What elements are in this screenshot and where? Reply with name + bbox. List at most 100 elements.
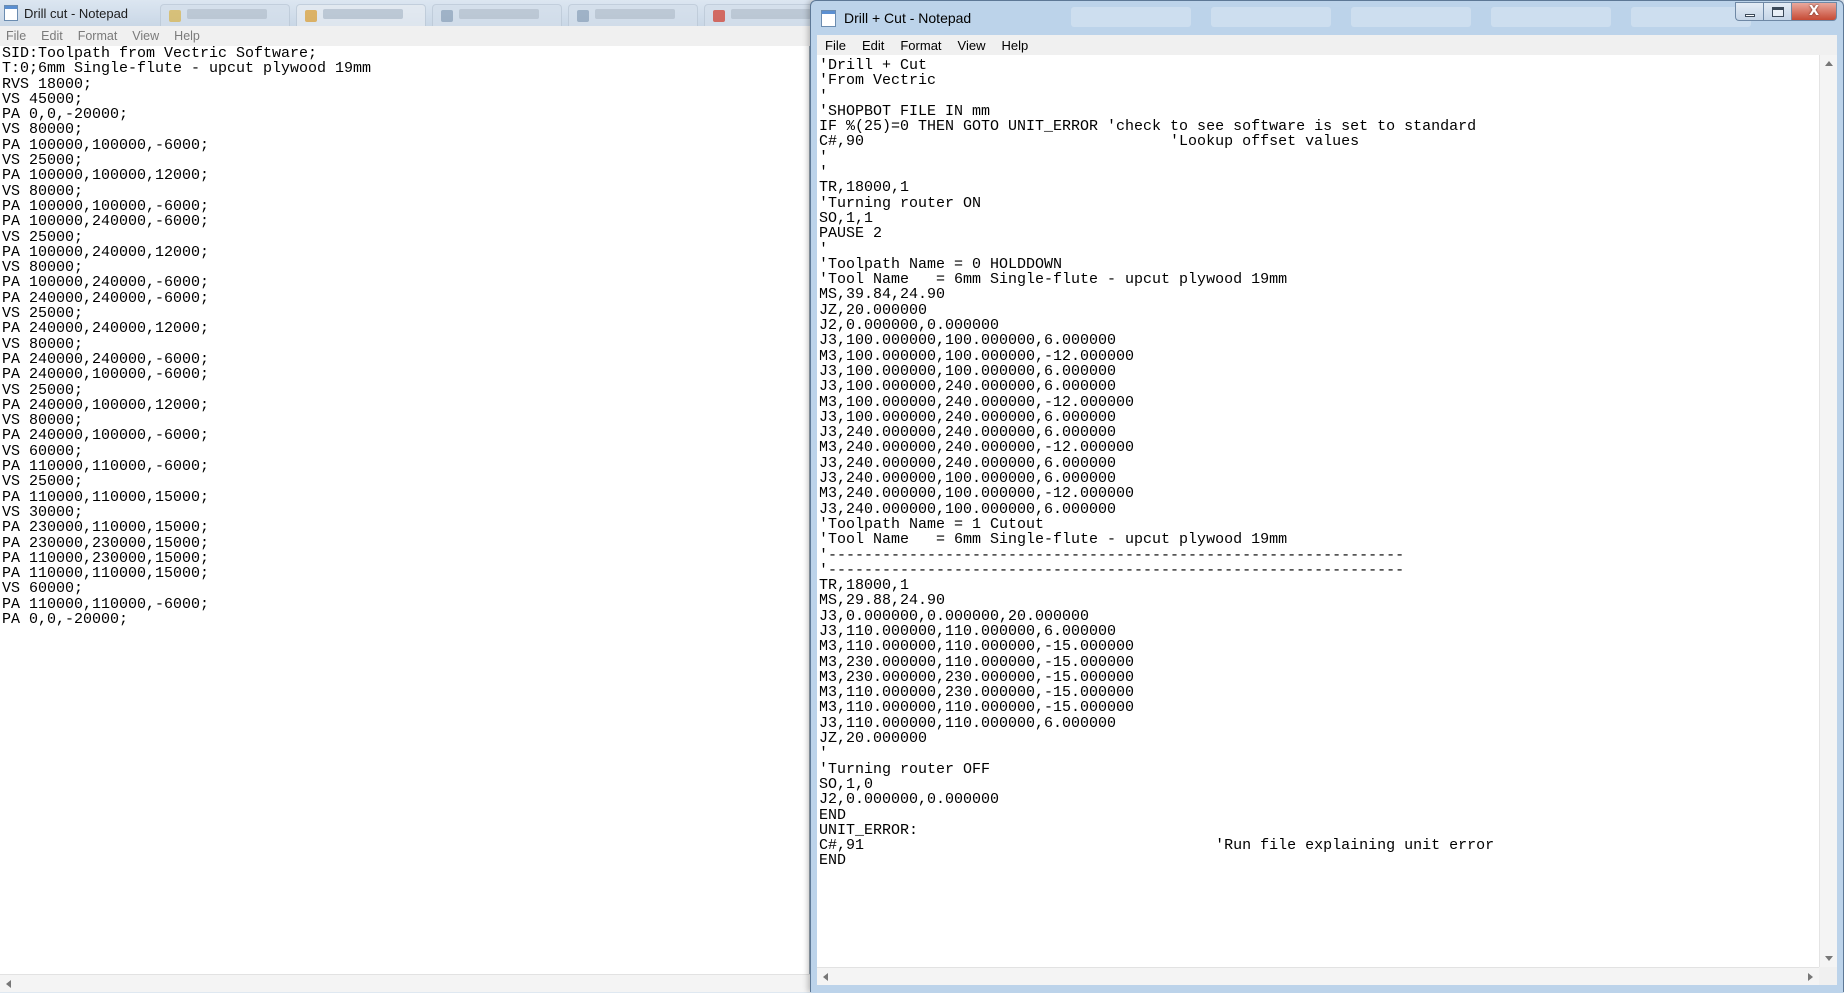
- code-line: SO,1,1: [819, 209, 874, 227]
- code-line: PA 110000,110000,-6000;: [2, 458, 210, 476]
- code-line: PA 230000,110000,15000;: [2, 519, 210, 537]
- menu-view[interactable]: View: [958, 38, 986, 53]
- code-line: VS 60000;: [2, 580, 84, 598]
- code-line: 'Turning router OFF: [819, 760, 991, 778]
- code-line: 'SHOPBOT FILE IN mm: [819, 102, 991, 120]
- scroll-right-icon[interactable]: [1808, 973, 1813, 981]
- code-line: PA 240000,100000,12000;: [2, 396, 210, 414]
- code-line: 'From Vectric: [819, 72, 937, 90]
- scroll-left-icon[interactable]: [823, 973, 828, 981]
- text-editor[interactable]: SID:Toolpath from Vectric Software; T:0;6…: [0, 46, 806, 974]
- title-bar[interactable]: Drill + Cut - Notepad X: [811, 1, 1843, 35]
- menu-file[interactable]: File: [825, 38, 846, 53]
- code-line: 'Tool Name = 6mm Single-flute - upcut pl…: [819, 271, 1288, 289]
- maximize-button[interactable]: [1763, 2, 1791, 21]
- scroll-down-icon[interactable]: [1825, 956, 1833, 961]
- menu-edit[interactable]: Edit: [862, 38, 884, 53]
- code-line: MS,29.88,24.90: [819, 592, 946, 610]
- code-line: VS 60000;: [2, 442, 84, 460]
- code-line: PA 110000,110000,-6000;: [2, 595, 210, 613]
- notepad-window-drill-cut[interactable]: Drill cut - Notepad File Edit Format View He…: [0, 0, 810, 992]
- code-line: ': [819, 148, 829, 166]
- code-line: RVS 18000;: [2, 75, 93, 93]
- menu-file[interactable]: File: [6, 29, 26, 43]
- code-line: J3,240.000000,100.000000,6.000000: [819, 500, 1117, 518]
- menu-format[interactable]: Format: [78, 29, 118, 43]
- title-bar[interactable]: Drill cut - Notepad: [0, 0, 810, 26]
- window-controls: X: [1735, 2, 1837, 21]
- menu-view[interactable]: View: [132, 29, 159, 43]
- code-line: J2,0.000000,0.000000: [819, 317, 1000, 335]
- minimize-icon: [1745, 14, 1755, 17]
- code-line: J3,100.000000,100.000000,6.000000: [819, 362, 1117, 380]
- code-line: PA 110000,110000,15000;: [2, 565, 210, 583]
- background-tab-ghost: [1491, 7, 1611, 27]
- code-line: END: [819, 806, 847, 824]
- background-browser-tab: [296, 4, 426, 26]
- code-line: PA 240000,100000,-6000;: [2, 366, 210, 384]
- code-line: J3,240.000000,240.000000,6.000000: [819, 454, 1117, 472]
- code-line: J3,240.000000,100.000000,6.000000: [819, 470, 1117, 488]
- notepad-window-drill-plus-cut[interactable]: Drill + Cut - Notepad X File Edit Format Vi…: [810, 0, 1844, 993]
- code-line: M3,240.000000,240.000000,-12.000000: [819, 439, 1135, 457]
- background-browser-tab: [704, 4, 810, 26]
- code-line: UNIT_ERROR:: [819, 821, 919, 839]
- code-line: VS 25000;: [2, 228, 84, 246]
- code-line: J2,0.000000,0.000000: [819, 791, 1000, 809]
- minimize-button[interactable]: [1735, 2, 1763, 21]
- code-line: M3,110.000000,230.000000,-15.000000: [819, 684, 1135, 702]
- scrollbar-corner: [1819, 967, 1837, 985]
- code-line: PAUSE 2: [819, 225, 883, 243]
- code-line: PA 230000,230000,15000;: [2, 534, 210, 552]
- background-tab-ghost: [1071, 7, 1191, 27]
- menu-help[interactable]: Help: [1001, 38, 1028, 53]
- horizontal-scrollbar[interactable]: [0, 974, 810, 992]
- code-line: SO,1,0: [819, 775, 874, 793]
- code-line: M3,230.000000,230.000000,-15.000000: [819, 668, 1135, 686]
- code-line: J3,100.000000,100.000000,6.000000: [819, 332, 1117, 350]
- code-line: PA 110000,110000,15000;: [2, 488, 210, 506]
- code-line: VS 80000;: [2, 412, 84, 430]
- code-line: PA 110000,230000,15000;: [2, 549, 210, 567]
- code-line: VS 80000;: [2, 182, 84, 200]
- menu-help[interactable]: Help: [174, 29, 200, 43]
- code-line: 'Toolpath Name = 0 HOLDDOWN: [819, 255, 1063, 273]
- code-line: IF %(25)=0 THEN GOTO UNIT_ERROR 'check t…: [819, 118, 1477, 136]
- file-content: SID:Toolpath from Vectric Software; T:0;6…: [0, 46, 806, 627]
- menu-bar: File Edit Format View Help: [0, 26, 810, 46]
- code-line: M3,110.000000,110.000000,-15.000000: [819, 638, 1135, 656]
- background-browser-tab: [160, 4, 290, 26]
- code-line: 'Turning router ON: [819, 194, 982, 212]
- code-line: TR,18000,1: [819, 577, 910, 595]
- code-line: MS,39.84,24.90: [819, 286, 946, 304]
- code-line: JZ,20.000000: [819, 730, 928, 748]
- code-line: PA 240000,100000,-6000;: [2, 427, 210, 445]
- close-icon: X: [1808, 4, 1820, 19]
- close-button[interactable]: X: [1791, 2, 1837, 21]
- background-tab-ghost: [1351, 7, 1471, 27]
- horizontal-scrollbar[interactable]: [817, 967, 1819, 985]
- code-line: PA 240000,240000,-6000;: [2, 350, 210, 368]
- code-line: J3,0.000000,0.000000,20.000000: [819, 607, 1090, 625]
- code-line: PA 100000,240000,-6000;: [2, 213, 210, 231]
- code-line: C#,91 'Run file explaining unit error: [819, 837, 1495, 855]
- background-tab-ghost: [1631, 7, 1751, 27]
- scroll-up-icon[interactable]: [1825, 61, 1833, 66]
- notepad-icon: [821, 9, 836, 27]
- menu-format[interactable]: Format: [900, 38, 941, 53]
- code-line: PA 0,0,-20000;: [2, 610, 129, 628]
- background-browser-tab: [568, 4, 698, 26]
- file-content: 'Drill + Cut 'From Vectric ' 'SHOPBOT FILE …: [817, 58, 1819, 869]
- text-editor[interactable]: 'Drill + Cut 'From Vectric ' 'SHOPBOT FILE …: [817, 55, 1819, 967]
- scroll-left-icon[interactable]: [6, 980, 11, 988]
- code-line: END: [819, 852, 847, 870]
- code-line: J3,100.000000,240.000000,6.000000: [819, 408, 1117, 426]
- code-line: J3,110.000000,110.000000,6.000000: [819, 714, 1117, 732]
- code-line: PA 100000,240000,12000;: [2, 243, 210, 261]
- code-line: C#,90 'Lookup offset values: [819, 133, 1360, 151]
- notepad-icon: [4, 5, 18, 21]
- vertical-scrollbar[interactable]: [1819, 55, 1837, 967]
- code-line: VS 80000;: [2, 335, 84, 353]
- menu-edit[interactable]: Edit: [41, 29, 63, 43]
- code-line: M3,100.000000,100.000000,-12.000000: [819, 347, 1135, 365]
